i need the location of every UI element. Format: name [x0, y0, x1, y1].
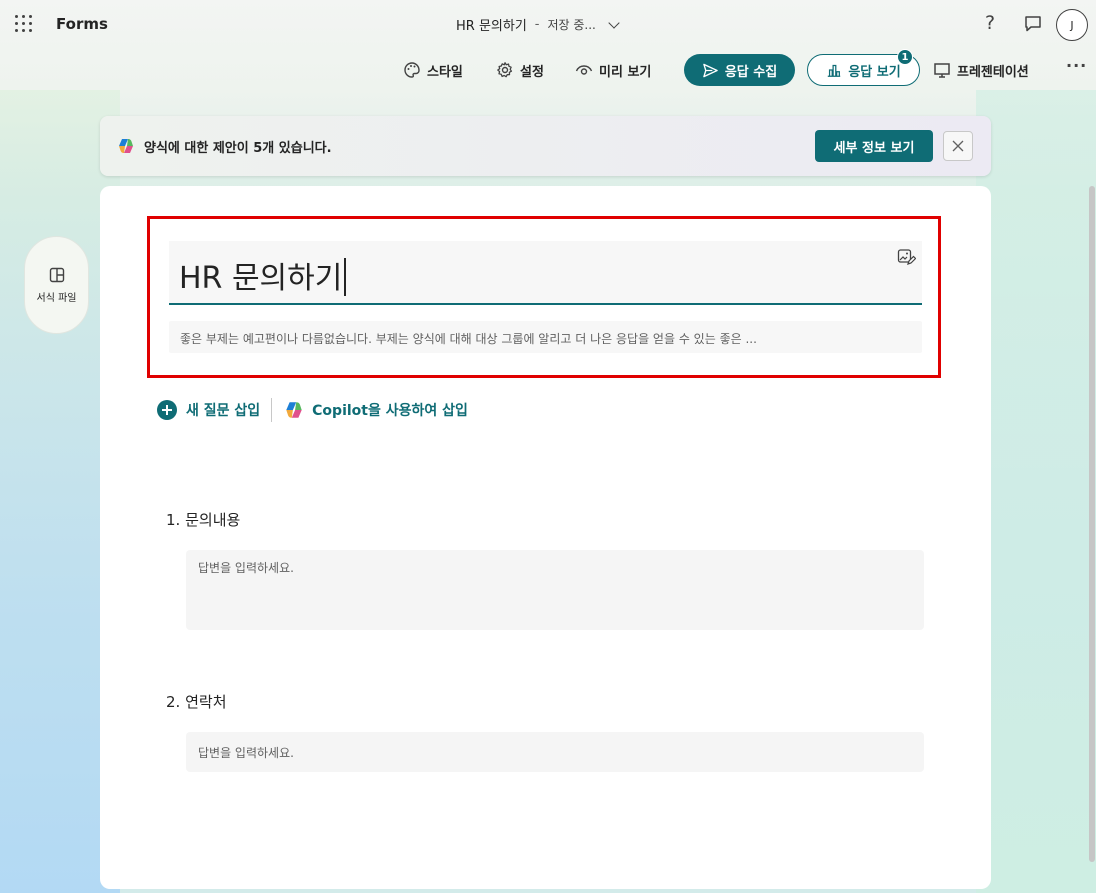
send-icon: [703, 63, 718, 77]
avatar[interactable]: J: [1056, 9, 1088, 41]
form-title-text: HR 문의하기: [179, 253, 346, 297]
question-2-answer-input[interactable]: 답변을 입력하세요.: [186, 732, 924, 772]
settings-label: 설정: [520, 64, 544, 80]
present-button[interactable]: 프레젠테이션: [933, 54, 1029, 86]
question-label: 연락처: [185, 693, 227, 711]
layout-pane-button[interactable]: 서식 파일: [24, 236, 89, 334]
divider: [271, 398, 273, 422]
response-count-badge: 1: [897, 49, 913, 65]
layout-pane-label: 서식 파일: [36, 292, 77, 304]
background-right: [976, 90, 1096, 893]
suggestion-banner: 양식에 대한 제안이 5개 있습니다. 세부 정보 보기: [100, 116, 991, 176]
chevron-down-icon: [608, 16, 620, 29]
view-details-button[interactable]: 세부 정보 보기: [815, 130, 933, 162]
add-icon: [157, 400, 177, 420]
document-title: HR 문의하기: [456, 19, 527, 34]
question-2-title[interactable]: 2. 연락처: [166, 691, 227, 712]
bar-chart-icon: [828, 64, 841, 77]
present-label: 프레젠테이션: [957, 64, 1029, 80]
form-title-input[interactable]: HR 문의하기: [169, 241, 922, 305]
subtitle-placeholder: 좋은 부제는 예고편이나 다름없습니다. 부제는 양식에 대해 대상 그룹에 알…: [180, 332, 757, 346]
close-banner-button[interactable]: [943, 131, 973, 161]
gear-icon: [497, 62, 513, 78]
settings-button[interactable]: 설정: [496, 54, 544, 86]
layout-icon: [49, 267, 64, 282]
more-options-button[interactable]: ···: [1066, 56, 1087, 75]
insert-toolbar: 새 질문 삽입 Copilot을 사용하여 삽입: [157, 397, 468, 423]
form-subtitle-input[interactable]: 좋은 부제는 예고편이나 다름없습니다. 부제는 양식에 대해 대상 그룹에 알…: [169, 321, 922, 353]
insert-with-copilot-label: Copilot을 사용하여 삽입: [312, 403, 468, 419]
title-separator: -: [534, 17, 540, 32]
question-number: 1.: [166, 511, 181, 529]
eye-icon: [575, 65, 593, 75]
insert-question-button[interactable]: 새 질문 삽입: [157, 400, 260, 420]
copilot-icon: [286, 402, 302, 418]
copilot-icon: [119, 139, 133, 153]
question-1-answer-input[interactable]: 답변을 입력하세요.: [186, 550, 924, 630]
insert-with-copilot-button[interactable]: Copilot을 사용하여 삽입: [283, 399, 468, 421]
question-label: 문의내용: [185, 511, 241, 529]
question-number: 2.: [166, 693, 181, 711]
close-icon: [952, 140, 964, 152]
collect-responses-label: 응답 수집: [724, 64, 778, 80]
vertical-scrollbar[interactable]: [1089, 186, 1095, 862]
toolbar: 스타일 설정 미리 보기 응답 수집 응답 보기 1 프레젠테이션 ···: [0, 49, 1096, 88]
feedback-icon[interactable]: [1023, 14, 1043, 34]
save-status: 저장 중...: [547, 18, 596, 32]
style-label: 스타일: [427, 64, 463, 80]
monitor-icon: [934, 63, 950, 78]
insert-question-label: 새 질문 삽입: [186, 403, 261, 419]
view-responses-label: 응답 보기: [848, 64, 901, 80]
help-button[interactable]: ?: [985, 12, 995, 34]
palette-icon: [404, 62, 420, 78]
preview-label: 미리 보기: [599, 64, 652, 80]
banner-message: 양식에 대한 제안이 5개 있습니다.: [144, 141, 332, 156]
collect-responses-button[interactable]: 응답 수집: [684, 54, 795, 86]
top-bar: Forms HR 문의하기 - 저장 중... ? J: [0, 0, 1096, 50]
insert-image-icon[interactable]: [896, 247, 916, 267]
preview-button[interactable]: 미리 보기: [575, 54, 651, 86]
document-title-menu[interactable]: HR 문의하기 - 저장 중...: [456, 15, 620, 34]
app-name[interactable]: Forms: [56, 15, 108, 33]
style-button[interactable]: 스타일: [403, 54, 463, 86]
question-1-title[interactable]: 1. 문의내용: [166, 509, 240, 530]
app-launcher-icon[interactable]: [15, 15, 33, 33]
